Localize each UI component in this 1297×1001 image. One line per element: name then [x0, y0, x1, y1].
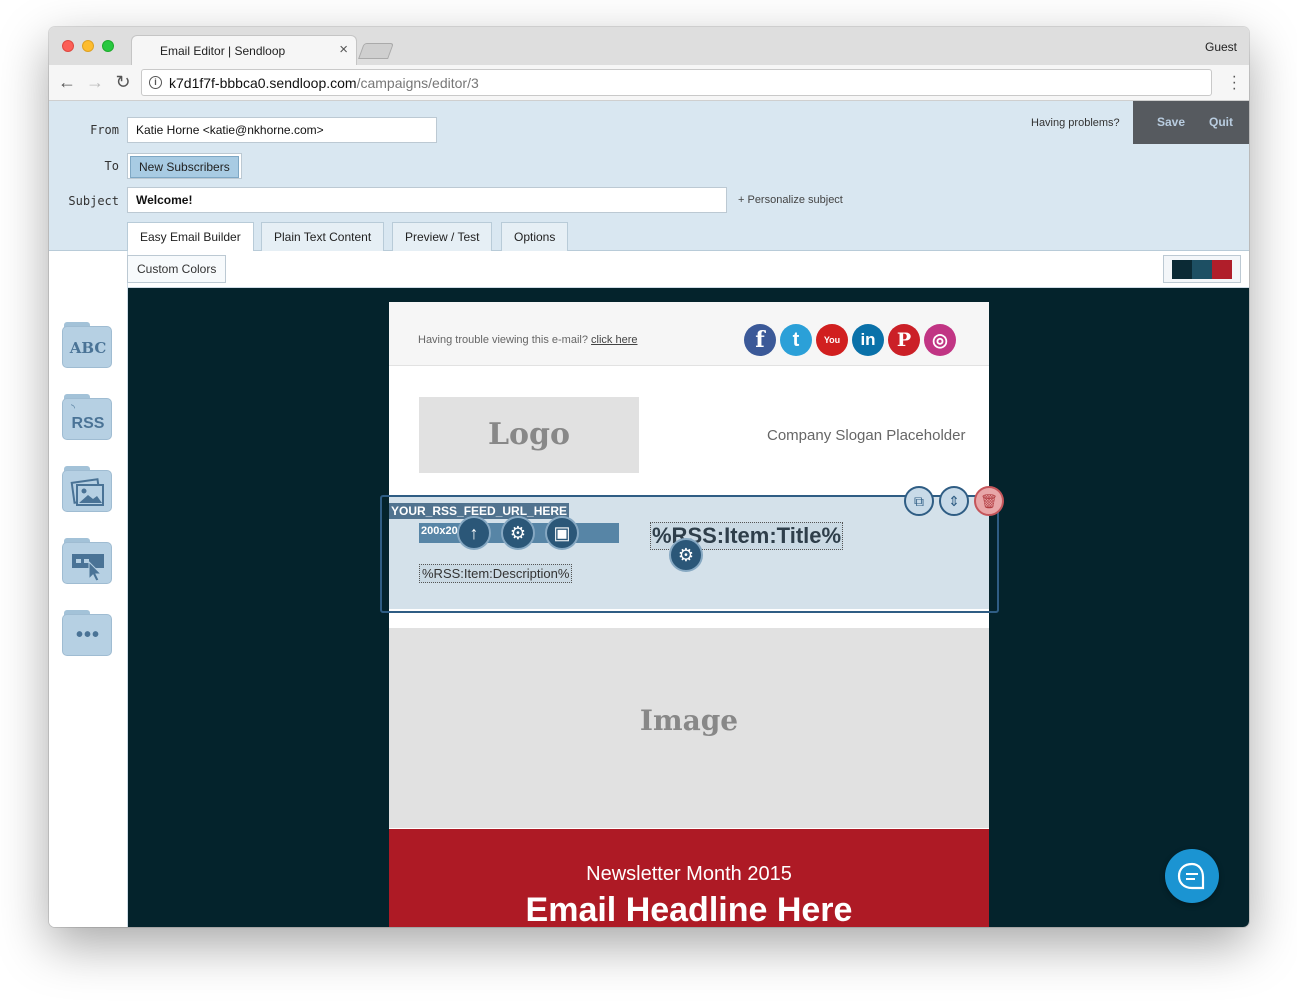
email-canvas: Having trouble viewing this e-mail? clic… [128, 288, 1249, 927]
image-icon [70, 478, 104, 506]
swatch-color-1 [1172, 260, 1192, 279]
logo-placeholder[interactable]: Logo [419, 397, 639, 473]
url-host: k7d1f7f-bbbca0.sendloop.com [169, 75, 357, 91]
rss-icon: RSS [71, 415, 105, 432]
linkedin-icon[interactable]: in [852, 324, 884, 356]
tab-title: Email Editor | Sendloop [160, 44, 286, 58]
text-block-tool[interactable]: ABC [62, 322, 112, 368]
preheader-message: Having trouble viewing this e-mail? [418, 334, 588, 346]
forward-icon[interactable]: → [84, 72, 106, 93]
view-online-link[interactable]: click here [591, 334, 637, 346]
instagram-icon[interactable]: ◎ [924, 324, 956, 356]
maximize-window-button[interactable] [102, 40, 114, 52]
subject-field[interactable]: Welcome! [127, 187, 727, 213]
url-text: k7d1f7f-bbbca0.sendloop.com/campaigns/ed… [169, 75, 479, 91]
url-path: /campaigns/editor/3 [356, 75, 479, 91]
company-slogan[interactable]: Company Slogan Placeholder [767, 427, 965, 444]
block-toolbox: ABC ◝ RSS ••• [49, 251, 128, 927]
button-block-tool[interactable] [62, 538, 112, 584]
subject-label: Subject [68, 194, 119, 208]
reload-icon[interactable]: ↻ [112, 72, 134, 93]
browser-toolbar: ← → ↻ i k7d1f7f-bbbca0.sendloop.com/camp… [49, 65, 1249, 101]
dots-icon: ••• [75, 624, 100, 646]
newsletter-subtitle: Newsletter Month 2015 [586, 863, 792, 885]
facebook-icon[interactable]: f [744, 324, 776, 356]
twitter-icon[interactable]: t [780, 324, 812, 356]
tab-strip: Email Editor | Sendloop × Guest [49, 27, 1249, 65]
rss-image-size: 200x20 [421, 525, 458, 537]
abc-icon: ABC [69, 339, 107, 357]
image-block-tool[interactable] [62, 466, 112, 512]
upload-icon[interactable]: ↑ [457, 516, 491, 550]
minimize-window-button[interactable] [82, 40, 94, 52]
move-icon[interactable]: ⇕ [939, 486, 969, 516]
personalize-subject-link[interactable]: + Personalize subject [738, 194, 843, 206]
browser-window: Email Editor | Sendloop × Guest ← → ↻ i … [49, 27, 1249, 927]
rss-wave-icon: ◝ [71, 403, 75, 414]
image-settings-gear-icon[interactable]: ⚙ [501, 516, 535, 550]
info-icon[interactable]: i [149, 76, 162, 89]
headline-block[interactable]: Newsletter Month 2015 Email Headline Her… [389, 829, 989, 927]
to-field[interactable]: New Subscribers [127, 153, 242, 179]
custom-colors-button[interactable]: Custom Colors [127, 255, 227, 283]
image-browse-icon[interactable]: ▣ [545, 516, 579, 550]
rss-item-description[interactable]: %RSS:Item:Description% [419, 564, 573, 583]
address-bar[interactable]: i k7d1f7f-bbbca0.sendloop.com/campaigns/… [141, 69, 1212, 96]
email-template: Having trouble viewing this e-mail? clic… [389, 302, 989, 927]
delete-icon[interactable]: 🗑 [974, 486, 1004, 516]
quit-button[interactable]: Quit [1209, 115, 1233, 129]
cursor-icon [72, 554, 104, 582]
browser-menu-icon[interactable]: · · · [1232, 69, 1237, 97]
more-blocks-tool[interactable]: ••• [62, 610, 112, 656]
pinterest-icon[interactable]: P [888, 324, 920, 356]
close-window-button[interactable] [62, 40, 74, 52]
browser-tab[interactable]: Email Editor | Sendloop × [131, 35, 357, 65]
recipient-list-chip[interactable]: New Subscribers [130, 156, 239, 178]
from-field[interactable]: Katie Horne <katie@nkhorne.com> [127, 117, 437, 143]
to-label: To [104, 159, 119, 173]
chat-support-button[interactable] [1165, 849, 1219, 903]
campaign-header: From Katie Horne <katie@nkhorne.com> To … [49, 101, 1249, 252]
tab-easy-email-builder[interactable]: Easy Email Builder [127, 222, 254, 252]
new-tab-button[interactable] [358, 43, 394, 59]
from-label: From [90, 123, 119, 137]
preheader-block[interactable]: Having trouble viewing this e-mail? clic… [389, 302, 989, 366]
tab-options[interactable]: Options [501, 222, 569, 251]
preheader-text: Having trouble viewing this e-mail? clic… [418, 334, 638, 346]
tab-close-icon[interactable]: × [339, 41, 348, 58]
having-problems-link[interactable]: Having problems? [1031, 117, 1120, 129]
back-icon[interactable]: ← [56, 72, 78, 93]
tab-preview-test[interactable]: Preview / Test [392, 222, 493, 251]
swatch-color-2 [1192, 260, 1212, 279]
email-headline: Email Headline Here [525, 891, 853, 927]
builder-topbar: Custom Colors [127, 251, 1249, 288]
duplicate-icon[interactable]: ⧉ [904, 486, 934, 516]
swatch-color-3 [1212, 260, 1232, 279]
save-quit-bar: Save Quit [1133, 101, 1249, 144]
chat-bubble-icon [1177, 862, 1205, 890]
profile-guest[interactable]: Guest [1205, 40, 1237, 54]
rss-block-tool[interactable]: ◝ RSS [62, 394, 112, 440]
save-button[interactable]: Save [1157, 115, 1185, 129]
color-swatch-picker[interactable] [1163, 255, 1241, 283]
tab-plain-text-content[interactable]: Plain Text Content [261, 222, 385, 251]
youtube-icon[interactable]: You [816, 324, 848, 356]
title-settings-gear-icon[interactable]: ⚙ [669, 538, 703, 572]
image-placeholder[interactable]: Image [389, 628, 989, 828]
